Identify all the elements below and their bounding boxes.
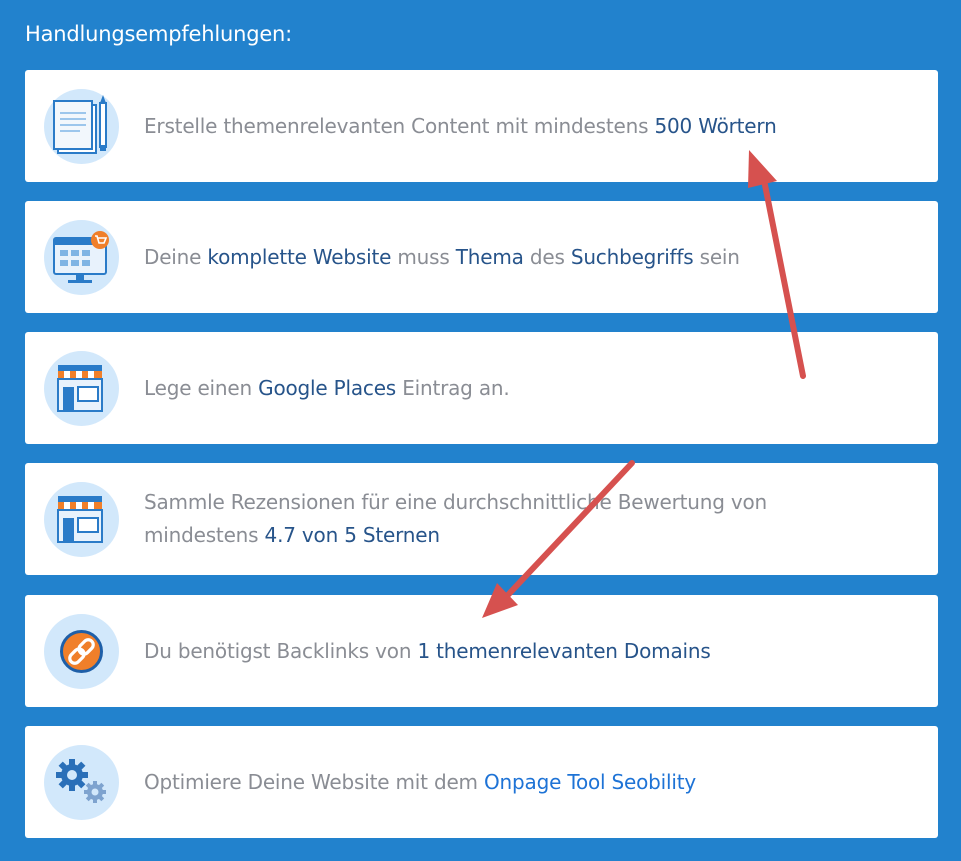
text-segment: Deine: [144, 244, 208, 269]
recommendation-card-content: Erstelle themenrelevanten Content mit mi…: [25, 70, 938, 182]
highlight-value: Thema: [455, 244, 524, 269]
recommendation-text: Optimiere Deine Website mit dem Onpage T…: [144, 766, 848, 799]
page-title: Handlungsempfehlungen:: [25, 22, 293, 46]
text-segment: Lege einen: [144, 375, 259, 400]
onpage-tool-link[interactable]: Onpage Tool Seobility: [484, 770, 696, 794]
document-pencil-icon: [44, 89, 119, 164]
recommendation-text: Erstelle themenrelevanten Content mit mi…: [144, 110, 848, 143]
text-segment: Eintrag an.: [396, 375, 510, 400]
text-segment: Erstelle themenrelevanten Content mit mi…: [144, 113, 655, 138]
text-segment: Optimiere Deine Website mit dem: [144, 769, 484, 794]
recommendation-text: Deine komplette Website muss Thema des S…: [144, 241, 848, 274]
text-segment: Sammle Rezensionen für eine durchschnitt…: [144, 490, 768, 547]
text-segment: des: [523, 244, 571, 269]
highlight-value: Google Places: [258, 375, 397, 400]
highlight-value: Suchbegriffs: [570, 244, 694, 269]
recommendation-card-website: Deine komplette Website muss Thema des S…: [25, 201, 938, 313]
storefront-icon: [44, 351, 119, 426]
recommendation-card-backlinks: Du benötigst Backlinks von 1 themenrelev…: [25, 595, 938, 707]
highlight-value: 500 Wörtern: [654, 113, 777, 138]
recommendation-text: Sammle Rezensionen für eine durchschnitt…: [144, 486, 848, 552]
storefront-icon: [44, 482, 119, 557]
text-segment: muss: [391, 244, 456, 269]
recommendation-card-onpage-tool: Optimiere Deine Website mit dem Onpage T…: [25, 726, 938, 838]
recommendation-text: Lege einen Google Places Eintrag an.: [144, 372, 848, 405]
text-segment: sein: [693, 244, 740, 269]
highlight-value: 1 themenrelevanten Domains: [417, 638, 711, 663]
recommendation-text: Du benötigst Backlinks von 1 themenrelev…: [144, 635, 848, 668]
website-shop-icon: [44, 220, 119, 295]
gears-icon: [44, 745, 119, 820]
recommendation-card-google-places: Lege einen Google Places Eintrag an.: [25, 332, 938, 444]
text-segment: Du benötigst Backlinks von: [144, 638, 418, 663]
recommendation-card-reviews: Sammle Rezensionen für eine durchschnitt…: [25, 463, 938, 575]
highlight-value: komplette Website: [207, 244, 392, 269]
link-icon: [44, 614, 119, 689]
highlight-value: 4.7 von 5 Sternen: [264, 523, 441, 547]
